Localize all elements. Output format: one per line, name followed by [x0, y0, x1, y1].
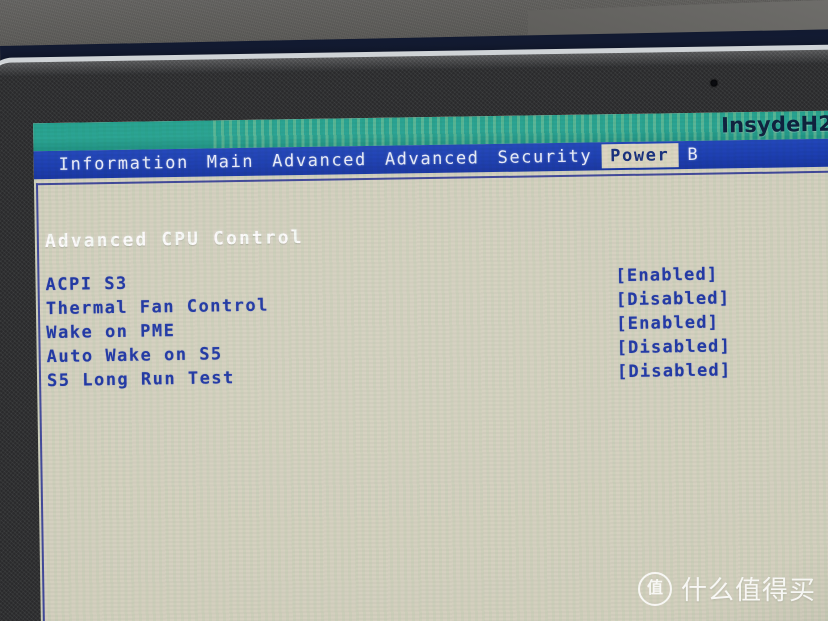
setting-label: S5 Long Run Test: [46, 368, 235, 392]
webcam-icon: [710, 79, 718, 87]
tab-power[interactable]: Power: [601, 143, 679, 169]
setting-value[interactable]: [Disabled]: [616, 336, 731, 358]
bios-screen: InsydeH2 Information Main Advanced Advan…: [33, 110, 828, 621]
setting-value[interactable]: [Disabled]: [616, 288, 731, 310]
setting-value[interactable]: [Enabled]: [616, 313, 719, 335]
tab-main[interactable]: Main: [198, 150, 264, 175]
smzdm-watermark: 值 什么值得买: [637, 570, 816, 607]
bios-settings-list: ACPI S3 [Enabled] Thermal Fan Control [D…: [45, 263, 828, 395]
smzdm-watermark-text: 什么值得买: [680, 576, 816, 606]
setting-label: ACPI S3: [45, 273, 128, 296]
tab-information[interactable]: Information: [50, 151, 199, 177]
page-title: Advanced CPU Control: [44, 227, 304, 253]
bios-vendor-title: InsydeH2: [720, 111, 828, 138]
setting-value[interactable]: [Disabled]: [617, 360, 732, 382]
laptop-lid-edge: InsydeH2 Information Main Advanced Advan…: [0, 44, 828, 621]
tab-advanced-1[interactable]: Advanced: [263, 148, 376, 174]
setting-label: Wake on PME: [46, 321, 176, 344]
setting-label: Auto Wake on S5: [46, 344, 223, 368]
tab-security[interactable]: Security: [488, 144, 601, 170]
tab-advanced-2[interactable]: Advanced: [376, 146, 489, 172]
smzdm-logo-icon: 值: [637, 571, 672, 606]
laptop-bios-photo: InsydeH2 Information Main Advanced Advan…: [0, 0, 828, 621]
setting-value[interactable]: [Enabled]: [615, 265, 718, 287]
tab-boot-truncated[interactable]: B: [678, 143, 708, 167]
setting-label: Thermal Fan Control: [45, 295, 270, 320]
